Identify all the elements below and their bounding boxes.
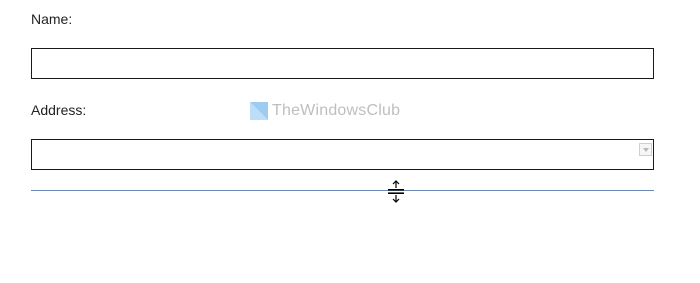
- name-label: Name:: [31, 11, 73, 27]
- address-dropdown-button[interactable]: [639, 143, 652, 156]
- windows-logo-icon: [250, 102, 268, 120]
- watermark: TheWindowsClub: [250, 101, 400, 121]
- name-field[interactable]: [31, 48, 654, 79]
- row-resize-cursor-icon: [386, 180, 406, 204]
- watermark-text: TheWindowsClub: [272, 102, 401, 119]
- splitter-line[interactable]: [31, 190, 654, 191]
- address-label: Address:: [31, 102, 87, 118]
- address-field[interactable]: [31, 139, 654, 170]
